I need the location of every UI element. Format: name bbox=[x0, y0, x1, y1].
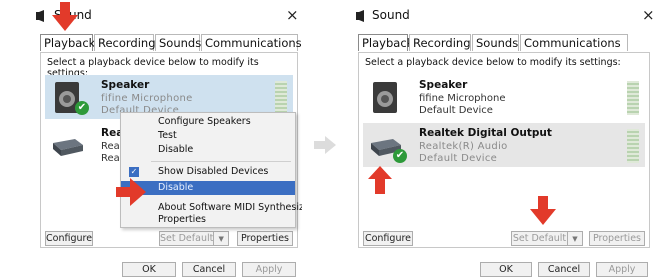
set-default-label: Set Default bbox=[512, 233, 567, 244]
default-check-icon: ✔ bbox=[393, 149, 407, 163]
tab-communications[interactable]: Communications bbox=[201, 34, 302, 51]
device-realtek-digital-output[interactable]: ✔ Realtek Digital Output Realtek(R) Audi… bbox=[363, 123, 645, 167]
digital-output-icon bbox=[53, 139, 83, 156]
properties-button[interactable]: Properties bbox=[589, 231, 645, 246]
speaker-device-icon bbox=[373, 82, 397, 113]
speaker-icon bbox=[36, 10, 44, 22]
title-bar: Sound × bbox=[0, 0, 302, 30]
device-name: Realtek Digital Output bbox=[419, 127, 552, 139]
apply-button[interactable]: Apply bbox=[596, 262, 648, 277]
chevron-down-icon[interactable]: ▼ bbox=[567, 232, 582, 245]
menu-item-label: Show Disabled Devices bbox=[158, 166, 269, 177]
menu-item-disable[interactable]: Disable bbox=[121, 143, 295, 157]
tab-playback[interactable]: Playback bbox=[358, 34, 413, 51]
set-default-button[interactable]: Set Default ▼ bbox=[159, 231, 229, 246]
configure-button[interactable]: Configure bbox=[363, 231, 413, 246]
device-detail: Realtek(R) Audio bbox=[419, 141, 508, 152]
sound-dialog-right: Sound × Playback Recording Sounds Commun… bbox=[348, 0, 653, 280]
red-arrow-down-icon bbox=[52, 2, 78, 31]
device-detail: fifine Microphone bbox=[101, 93, 193, 104]
red-arrow-right-icon bbox=[116, 178, 146, 206]
tab-sounds[interactable]: Sounds bbox=[472, 34, 519, 51]
tab-sounds[interactable]: Sounds bbox=[155, 34, 201, 51]
menu-item-properties[interactable]: Properties bbox=[121, 213, 295, 227]
sound-dialog-left: Sound × Playback Recording Sounds Commun… bbox=[0, 0, 302, 280]
tab-playback[interactable]: Playback bbox=[40, 34, 95, 51]
tab-recording[interactable]: Recording bbox=[409, 34, 471, 51]
checkmark-icon: ✓ bbox=[129, 167, 139, 177]
device-status: Default Device bbox=[419, 153, 498, 164]
apply-button[interactable]: Apply bbox=[242, 262, 296, 277]
cancel-button[interactable]: Cancel bbox=[182, 262, 236, 277]
tab-communications[interactable]: Communications bbox=[520, 34, 628, 51]
window-title: Sound bbox=[372, 8, 410, 22]
transition-arrow-icon bbox=[314, 136, 336, 154]
default-check-icon: ✔ bbox=[75, 101, 89, 115]
instruction-text: Select a playback device below to modify… bbox=[365, 57, 621, 68]
tab-recording[interactable]: Recording bbox=[94, 34, 156, 51]
device-detail: fifine Microphone bbox=[419, 93, 506, 104]
menu-item-show-disabled[interactable]: ✓ Show Disabled Devices bbox=[121, 165, 295, 179]
set-default-label: Set Default bbox=[160, 233, 214, 244]
device-name: Speaker bbox=[419, 79, 468, 91]
context-menu: Configure Speakers Test Disable ✓ Show D… bbox=[120, 112, 302, 228]
playback-panel: Select a playback device below to modify… bbox=[358, 52, 650, 248]
device-status: Default Device bbox=[419, 105, 493, 116]
ok-button[interactable]: OK bbox=[480, 262, 532, 277]
close-button[interactable]: × bbox=[286, 6, 299, 24]
device-speaker[interactable]: Speaker fifine Microphone Default Device bbox=[363, 75, 645, 119]
chevron-down-icon[interactable]: ▼ bbox=[213, 232, 228, 245]
speaker-icon bbox=[356, 10, 364, 22]
volume-meter bbox=[627, 129, 639, 163]
title-bar: Sound × bbox=[348, 0, 653, 30]
menu-item-configure-speakers[interactable]: Configure Speakers bbox=[121, 115, 295, 129]
ok-button[interactable]: OK bbox=[122, 262, 176, 277]
menu-item-test[interactable]: Test bbox=[121, 129, 295, 143]
menu-separator bbox=[151, 161, 291, 162]
volume-meter bbox=[275, 81, 287, 115]
menu-item-disable-highlighted[interactable]: Disable bbox=[121, 181, 295, 195]
close-button[interactable]: × bbox=[642, 6, 653, 24]
properties-button[interactable]: Properties bbox=[237, 231, 293, 246]
red-arrow-down-icon bbox=[530, 196, 556, 225]
set-default-button[interactable]: Set Default ▼ bbox=[511, 231, 583, 246]
cancel-button[interactable]: Cancel bbox=[538, 262, 590, 277]
red-arrow-up-icon bbox=[368, 166, 392, 194]
configure-button[interactable]: Configure bbox=[45, 231, 93, 246]
device-name: Speaker bbox=[101, 79, 150, 91]
volume-meter bbox=[627, 81, 639, 115]
